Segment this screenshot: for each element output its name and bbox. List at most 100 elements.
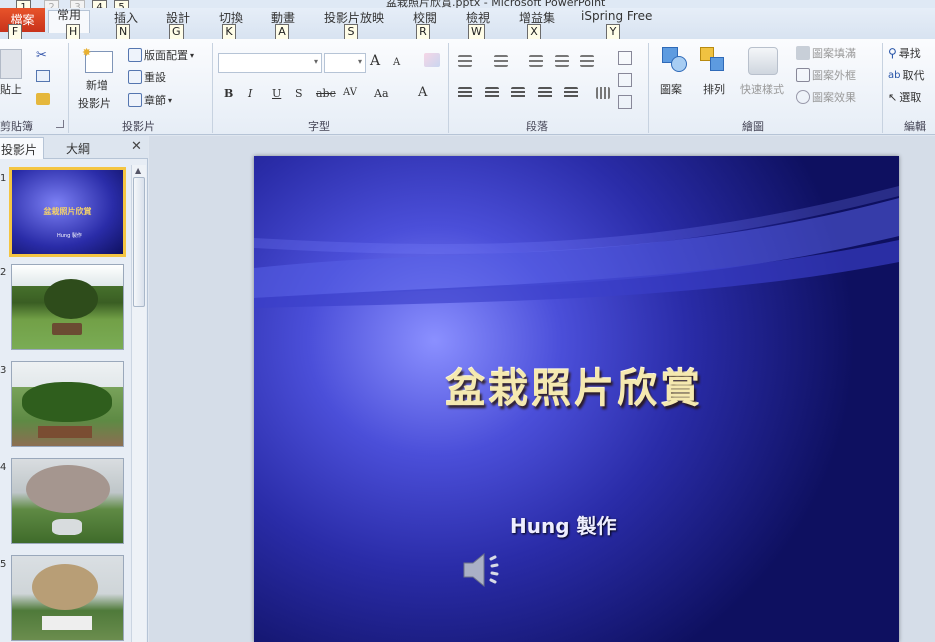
tab-outline-pane[interactable]: 大綱 <box>66 140 90 157</box>
copy-icon[interactable] <box>36 70 50 82</box>
justify-icon[interactable] <box>537 87 552 99</box>
section-label: 章節 <box>144 94 166 107</box>
thumb-number: 4 <box>0 462 7 473</box>
shape-effects-button[interactable]: 圖案效果 <box>796 89 856 105</box>
cut-icon[interactable]: ✂ <box>36 48 47 63</box>
pane-tabs: 投影片 大綱 ✕ <box>0 135 148 159</box>
font-color-button[interactable]: A <box>418 85 427 100</box>
thumb-number: 1 <box>0 173 7 184</box>
keytip-insert: N <box>116 24 131 40</box>
line-spacing-icon[interactable] <box>580 55 594 67</box>
align-left-icon[interactable] <box>458 87 472 99</box>
thumbnail-scrollbar[interactable]: ▲ <box>131 165 146 642</box>
keytip-design: G <box>169 24 184 40</box>
select-button[interactable]: ↖ 選取 <box>888 89 921 105</box>
layout-icon <box>128 48 142 62</box>
slide-thumb-2[interactable] <box>11 264 124 350</box>
arrange-label[interactable]: 排列 <box>703 81 725 97</box>
bullets-icon[interactable] <box>458 55 472 67</box>
align-right-icon[interactable] <box>511 87 525 99</box>
columns-icon[interactable] <box>564 87 578 99</box>
align-text-icon[interactable] <box>618 73 632 87</box>
section-button[interactable]: 章節 ▾ <box>128 92 172 108</box>
scrollbar-thumb[interactable] <box>133 177 145 307</box>
binoculars-icon: ⚲ <box>888 46 897 60</box>
tab-slides-pane[interactable]: 投影片 <box>0 137 45 159</box>
group-label-slides: 投影片 <box>122 120 155 133</box>
separator <box>882 43 883 133</box>
shape-outline-icon <box>796 68 810 82</box>
thumb-subtitle: Hung 製作 <box>57 233 82 239</box>
shape-fill-button[interactable]: 圖案填滿 <box>796 45 856 61</box>
italic-button[interactable]: I <box>248 87 252 100</box>
numbering-icon[interactable] <box>493 55 508 67</box>
increase-indent-icon[interactable] <box>554 55 569 67</box>
layout-label: 版面配置 <box>144 49 188 62</box>
strikethrough-button[interactable]: abc <box>316 87 336 100</box>
smartart-icon[interactable] <box>618 95 632 109</box>
replace-icon: ab <box>888 69 901 81</box>
format-painter-icon[interactable] <box>36 93 50 105</box>
layout-button[interactable]: 版面配置 ▾ <box>128 47 194 63</box>
quick-styles-icon[interactable] <box>748 47 778 75</box>
keytip-transitions: K <box>222 24 236 40</box>
shape-outline-button[interactable]: 圖案外框 <box>796 67 856 83</box>
paragraph-align-row <box>458 87 610 102</box>
new-slide-label-2[interactable]: 投影片 <box>78 95 111 111</box>
slide-title[interactable]: 盆栽照片欣賞 <box>254 356 894 414</box>
arrange-icon[interactable] <box>700 47 726 73</box>
slide-subtitle[interactable]: Hung 製作 <box>510 510 617 539</box>
thumb-number: 2 <box>0 267 7 278</box>
tab-file[interactable]: 檔案 <box>0 8 45 32</box>
slide-thumb-5[interactable] <box>11 555 124 641</box>
thumb-number: 5 <box>0 559 7 570</box>
font-name-combo[interactable]: ▾ <box>218 53 322 73</box>
shape-effects-label: 圖案效果 <box>812 91 856 104</box>
tab-ispring[interactable]: iSpring Free <box>581 9 652 23</box>
font-size-combo[interactable]: ▾ <box>324 53 366 73</box>
align-center-icon[interactable] <box>484 87 499 99</box>
decrease-indent-icon[interactable] <box>529 55 543 67</box>
new-slide-icon[interactable]: ✸ <box>82 46 113 73</box>
slide-thumb-4[interactable] <box>11 458 124 544</box>
slide-thumb-1[interactable]: 盆栽照片欣賞 Hung 製作 <box>9 167 126 257</box>
scroll-up-arrow-icon[interactable]: ▲ <box>135 166 141 175</box>
reset-label: 重設 <box>144 71 166 84</box>
find-label: 尋找 <box>898 47 921 60</box>
shadow-button[interactable]: S <box>295 87 303 100</box>
clipboard-launcher-icon[interactable] <box>56 120 64 128</box>
slide-work-area: 盆栽照片欣賞 Hung 製作 <box>149 136 935 642</box>
bold-button[interactable]: B <box>224 87 233 100</box>
new-slide-label-1[interactable]: 新增 <box>86 77 108 93</box>
shapes-icon[interactable] <box>662 47 688 73</box>
clear-format-icon[interactable] <box>424 53 440 67</box>
close-icon[interactable]: ✕ <box>131 139 142 154</box>
cursor-icon: ↖ <box>888 90 898 104</box>
underline-button[interactable]: U <box>272 87 281 100</box>
shape-effects-icon <box>796 90 810 104</box>
shapes-label[interactable]: 圖案 <box>660 81 682 97</box>
keytip-slideshow: S <box>344 24 358 40</box>
grow-font-button[interactable]: A <box>370 53 380 69</box>
paste-icon[interactable] <box>0 49 22 79</box>
slide-thumb-3[interactable] <box>11 361 124 447</box>
ribbon: 貼上 ✂ 剪貼簿 ✸ 新增 投影片 版面配置 ▾ 重設 章節 ▾ 投影片 ▾ ▾ A… <box>0 39 935 135</box>
find-button[interactable]: ⚲ 尋找 <box>888 45 921 61</box>
text-direction-icon[interactable] <box>618 51 632 65</box>
section-icon <box>128 93 142 107</box>
char-spacing-button[interactable]: AV <box>343 87 357 98</box>
paste-button-label[interactable]: 貼上 <box>0 81 22 97</box>
change-case-button[interactable]: Aa <box>374 87 389 100</box>
title-bar: 盆栽照片欣賞.pptx - Microsoft PowerPoint <box>0 0 935 9</box>
current-slide[interactable]: 盆栽照片欣賞 Hung 製作 <box>254 156 899 642</box>
reset-icon <box>128 70 142 84</box>
quick-styles-label[interactable]: 快速樣式 <box>740 81 784 97</box>
replace-button[interactable]: ab 取代 <box>888 67 924 83</box>
table-columns-icon[interactable] <box>595 87 610 99</box>
keytip-file: F <box>8 24 22 40</box>
slides-pane: 投影片 大綱 ✕ 1 盆栽照片欣賞 Hung 製作 2 3 4 5 ▲ <box>0 135 148 642</box>
group-label-editing: 編輯 <box>904 120 926 133</box>
speaker-icon[interactable] <box>462 550 508 590</box>
reset-button[interactable]: 重設 <box>128 69 166 85</box>
shrink-font-button[interactable]: A <box>393 57 400 68</box>
